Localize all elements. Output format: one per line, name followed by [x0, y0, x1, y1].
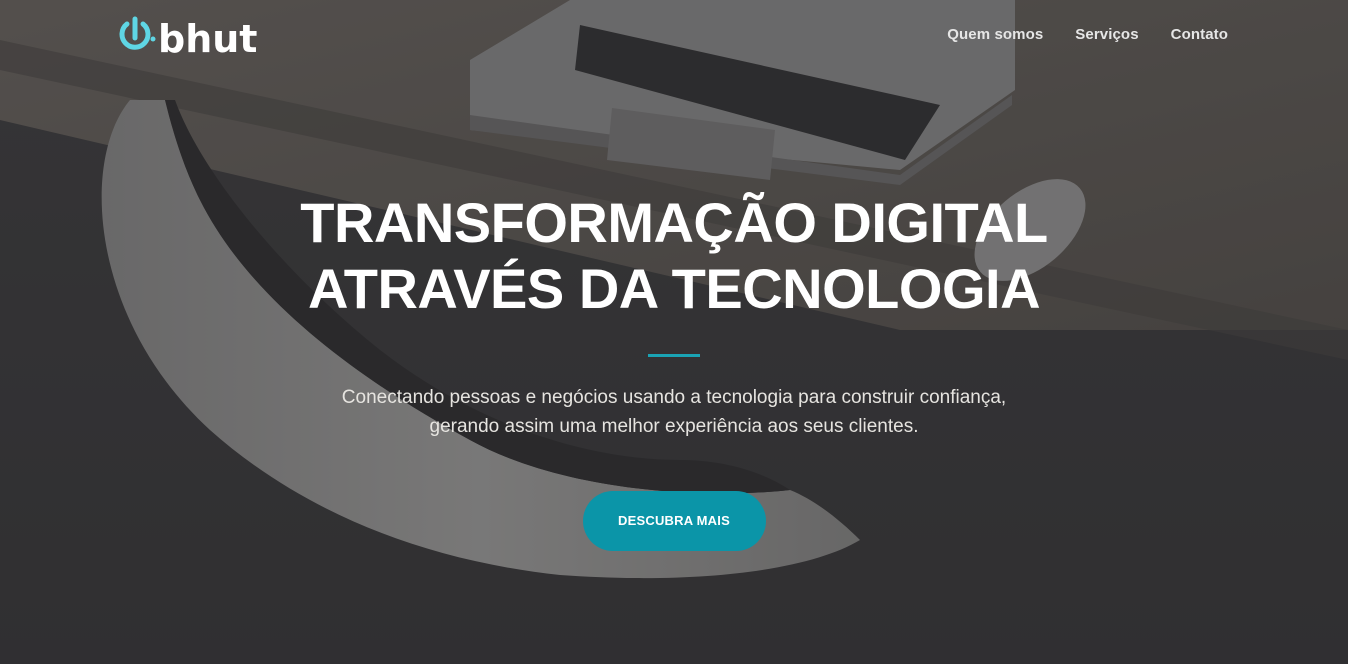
headline-divider [648, 354, 700, 357]
hero-headline-line-2: ATRAVÉS DA TECNOLOGIA [307, 257, 1041, 320]
bhut-logo[interactable]: bhut [116, 14, 262, 60]
hero-section: bhut Quem somos Serviços Contato TRANSFO… [0, 0, 1348, 664]
nav-links: Quem somos Serviços Contato [947, 26, 1228, 43]
hero-subtitle-line-2: gerando assim uma melhor experiência aos… [429, 416, 919, 437]
descubra-mais-button[interactable]: DESCUBRA MAIS [582, 491, 766, 551]
nav-link-quem-somos[interactable]: Quem somos [947, 26, 1043, 43]
hero-content: TRANSFORMAÇÃO DIGITAL ATRAVÉS DA TECNOLO… [0, 190, 1348, 551]
nav-link-contato[interactable]: Contato [1171, 26, 1228, 43]
logo-wordmark: bhut [158, 17, 257, 60]
hero-headline: TRANSFORMAÇÃO DIGITAL ATRAVÉS DA TECNOLO… [0, 190, 1348, 322]
hero-headline-line-1: TRANSFORMAÇÃO DIGITAL [300, 191, 1048, 254]
hero-subtitle-line-1: Conectando pessoas e negócios usando a t… [341, 387, 1007, 408]
hero-subtitle: Conectando pessoas e negócios usando a t… [0, 383, 1348, 441]
nav-link-servicos[interactable]: Serviços [1075, 26, 1138, 43]
navbar: bhut Quem somos Serviços Contato [0, 0, 1348, 72]
power-icon [119, 16, 156, 50]
